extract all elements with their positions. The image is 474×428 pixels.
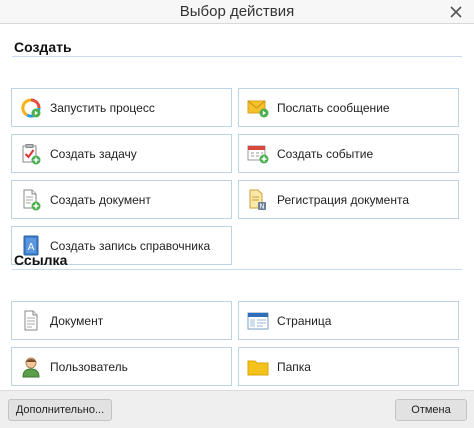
link-section: Ссылка: [12, 250, 462, 270]
tile-link-document[interactable]: Документ: [11, 301, 232, 340]
tile-label: Запустить процесс: [50, 100, 155, 115]
tile-label: Папка: [277, 359, 311, 374]
more-button[interactable]: Дополнительно...: [8, 399, 112, 421]
tile-link-page[interactable]: Страница: [238, 301, 459, 340]
task-icon: [20, 143, 42, 165]
tile-label: Создать документ: [50, 192, 151, 207]
cancel-button[interactable]: Отмена: [395, 399, 467, 421]
folder-icon: [247, 356, 269, 378]
action-selection-dialog: Выбор действия Создать Запустить процесс: [0, 0, 474, 428]
dialog-titlebar: Выбор действия: [0, 0, 474, 24]
dialog-title: Выбор действия: [179, 3, 295, 20]
dialog-footer: Дополнительно... Отмена: [0, 390, 474, 428]
tile-label: Создать задачу: [50, 146, 137, 161]
process-icon: [20, 97, 42, 119]
tile-label: Создать событие: [277, 146, 374, 161]
svg-text:N: N: [259, 202, 264, 210]
document-register-icon: N: [247, 189, 269, 211]
close-icon[interactable]: [447, 3, 465, 21]
tile-link-user[interactable]: Пользователь: [11, 347, 232, 386]
tile-label: Документ: [50, 313, 104, 328]
document-icon: [20, 310, 42, 332]
create-section-title: Создать: [12, 37, 462, 57]
tile-label: Регистрация документа: [277, 192, 409, 207]
link-section-title: Ссылка: [12, 250, 462, 270]
tile-label: Послать сообщение: [277, 100, 390, 115]
document-create-icon: [20, 189, 42, 211]
create-section: Создать: [12, 37, 462, 57]
tile-label: Пользователь: [50, 359, 128, 374]
tile-start-process[interactable]: Запустить процесс: [11, 88, 232, 127]
tile-register-document[interactable]: N Регистрация документа: [238, 180, 459, 219]
user-icon: [20, 356, 42, 378]
tile-link-folder[interactable]: Папка: [238, 347, 459, 386]
page-icon: [247, 310, 269, 332]
tile-send-message[interactable]: Послать сообщение: [238, 88, 459, 127]
tile-create-document[interactable]: Создать документ: [11, 180, 232, 219]
tile-label: Страница: [277, 313, 332, 328]
tile-create-task[interactable]: Создать задачу: [11, 134, 232, 173]
message-icon: [247, 97, 269, 119]
tile-create-event[interactable]: Создать событие: [238, 134, 459, 173]
event-icon: [247, 143, 269, 165]
